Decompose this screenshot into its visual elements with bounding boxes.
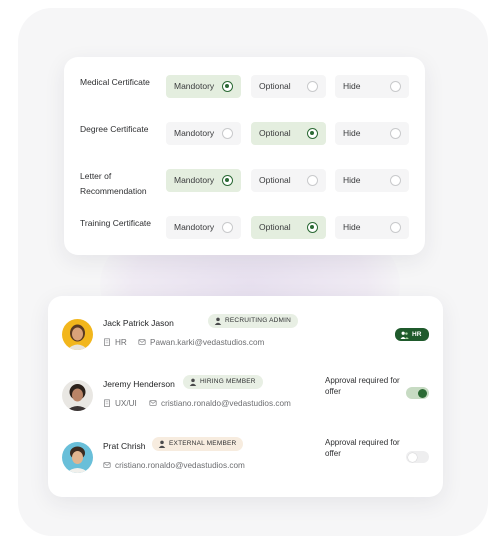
- avatar: [62, 380, 93, 411]
- role-badge: HIRING MEMBER: [183, 375, 263, 389]
- radio-unchecked-icon: [307, 175, 318, 186]
- approval-toggle[interactable]: [406, 451, 429, 463]
- department-text: UX/UI: [115, 399, 137, 408]
- document-requirements-card: Medical Certificate Mandotory Optional H…: [64, 57, 425, 255]
- email-text: cristiano.ronaldo@vedastudios.com: [161, 399, 291, 408]
- member-email[interactable]: cristiano.ronaldo@vedastudios.com: [149, 399, 291, 408]
- option-label: Hide: [343, 222, 361, 232]
- option-optional[interactable]: Optional: [251, 122, 326, 145]
- radio-unchecked-icon: [390, 175, 401, 186]
- radio-unchecked-icon: [390, 81, 401, 92]
- option-mandatory[interactable]: Mandotory: [166, 75, 241, 98]
- person-icon: [214, 317, 222, 325]
- radio-unchecked-icon: [307, 81, 318, 92]
- role-badge: RECRUITING ADMIN: [208, 314, 299, 328]
- avatar: [62, 319, 93, 350]
- option-optional[interactable]: Optional: [251, 216, 326, 239]
- member-name: Jack Patrick Jason: [103, 318, 174, 328]
- radio-checked-icon: [222, 175, 233, 186]
- option-label: Optional: [259, 222, 291, 232]
- document-label: Degree Certificate: [80, 124, 149, 134]
- option-mandatory[interactable]: Mandotory: [166, 216, 241, 239]
- option-label: Mandotory: [174, 222, 215, 232]
- approval-toggle[interactable]: [406, 387, 429, 399]
- option-hide[interactable]: Hide: [335, 216, 409, 239]
- toggle-knob: [418, 388, 427, 398]
- option-hide[interactable]: Hide: [335, 75, 409, 98]
- option-label: Hide: [343, 175, 361, 185]
- radio-unchecked-icon: [222, 222, 233, 233]
- document-row-degree-certificate: Degree Certificate Mandotory Optional Hi…: [64, 116, 425, 163]
- document-label: Training Certificate: [80, 218, 152, 228]
- role-badge-label: EXTERNAL MEMBER: [169, 440, 237, 447]
- option-label: Mandotory: [174, 175, 215, 185]
- member-department: HR: [103, 338, 127, 347]
- member-row: Jeremy Henderson HIRING MEMBER UX/UI cri…: [48, 375, 443, 441]
- member-row: Jack Patrick Jason RECRUITING ADMIN HR P…: [48, 314, 443, 380]
- member-name: Prat Chrish: [103, 441, 146, 451]
- option-label: Mandotory: [174, 128, 215, 138]
- approval-label: Approval required for offer: [325, 376, 400, 396]
- role-badge: EXTERNAL MEMBER: [152, 437, 244, 451]
- option-hide[interactable]: Hide: [335, 169, 409, 192]
- email-text: Pawan.karki@vedastudios.com: [150, 338, 265, 347]
- person-icon: [189, 378, 197, 386]
- member-department: UX/UI: [103, 399, 137, 408]
- radio-unchecked-icon: [222, 128, 233, 139]
- radio-unchecked-icon: [390, 128, 401, 139]
- building-icon: [104, 399, 110, 407]
- option-label: Hide: [343, 128, 361, 138]
- building-icon: [104, 338, 110, 346]
- document-row-medical-certificate: Medical Certificate Mandotory Optional H…: [64, 69, 425, 116]
- radio-unchecked-icon: [390, 222, 401, 233]
- radio-checked-icon: [222, 81, 233, 92]
- option-label: Hide: [343, 81, 361, 91]
- option-optional[interactable]: Optional: [251, 169, 326, 192]
- document-row-letter-of-recommendation: Letter of Recommendation Mandotory Optio…: [64, 163, 425, 210]
- option-hide[interactable]: Hide: [335, 122, 409, 145]
- role-badge-label: RECRUITING ADMIN: [225, 317, 292, 324]
- mail-icon: [149, 400, 157, 406]
- document-label: Medical Certificate: [80, 77, 150, 87]
- document-row-training-certificate: Training Certificate Mandotory Optional …: [64, 210, 425, 257]
- hr-chip-label: HR: [412, 331, 422, 338]
- mail-icon: [138, 339, 146, 345]
- radio-checked-icon: [307, 128, 318, 139]
- option-label: Optional: [259, 175, 291, 185]
- option-optional[interactable]: Optional: [251, 75, 326, 98]
- radio-checked-icon: [307, 222, 318, 233]
- member-row: Prat Chrish EXTERNAL MEMBER cristiano.ro…: [48, 437, 443, 503]
- department-text: HR: [115, 338, 127, 347]
- option-label: Optional: [259, 81, 291, 91]
- people-icon: [400, 331, 409, 339]
- member-email[interactable]: Pawan.karki@vedastudios.com: [138, 338, 264, 347]
- option-mandatory[interactable]: Mandotory: [166, 169, 241, 192]
- toggle-knob: [408, 452, 417, 462]
- mail-icon: [103, 462, 111, 468]
- option-mandatory[interactable]: Mandotory: [166, 122, 241, 145]
- email-text: cristiano.ronaldo@vedastudios.com: [115, 461, 245, 470]
- hr-chip: HR: [395, 328, 429, 341]
- person-icon: [158, 440, 166, 448]
- document-label: Letter of Recommendation: [80, 171, 147, 196]
- role-badge-label: HIRING MEMBER: [200, 378, 256, 385]
- member-email[interactable]: cristiano.ronaldo@vedastudios.com: [103, 461, 245, 470]
- option-label: Optional: [259, 128, 291, 138]
- option-label: Mandotory: [174, 81, 215, 91]
- avatar: [62, 442, 93, 473]
- member-name: Jeremy Henderson: [103, 379, 175, 389]
- team-members-card: Jack Patrick Jason RECRUITING ADMIN HR P…: [48, 296, 443, 497]
- approval-label: Approval required for offer: [325, 438, 400, 458]
